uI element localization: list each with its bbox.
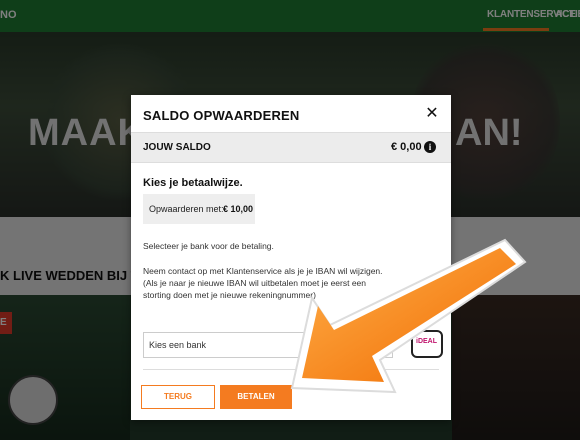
balance-label: JOUW SALDO — [143, 142, 211, 153]
ideal-logo-text: iDEAL — [416, 338, 437, 345]
pay-button[interactable]: BETALEN — [220, 385, 292, 409]
top-up-modal: SALDO OPWAARDEREN ✕ JOUW SALDO € 0,00 i … — [131, 95, 451, 420]
modal-title: SALDO OPWAARDEREN — [143, 108, 300, 123]
amount-value: € 10,00 — [223, 204, 254, 214]
balance-row: JOUW SALDO € 0,00 i — [131, 132, 451, 163]
modal-divider — [143, 369, 439, 370]
amount-label: Opwaarderen met: — [149, 204, 224, 214]
ideal-logo-icon: iDEAL — [411, 330, 443, 358]
modal-header: SALDO OPWAARDEREN ✕ — [131, 95, 451, 135]
back-button[interactable]: TERUG — [141, 385, 215, 409]
bank-select-dropdown[interactable]: Kies een bank — [143, 332, 393, 358]
bank-instruction: Selecteer je bank voor de betaling. — [143, 241, 274, 251]
iban-contact-note: Neem contact op met Klantenservice als j… — [143, 266, 383, 300]
bank-select-placeholder: Kies een bank — [149, 340, 207, 350]
amount-summary: Opwaarderen met: € 10,00 — [143, 194, 255, 224]
balance-value: € 0,00 — [391, 141, 422, 153]
payment-method-title: Kies je betaalwijze. — [143, 177, 243, 189]
info-icon[interactable]: i — [424, 141, 436, 153]
close-icon[interactable]: ✕ — [424, 106, 440, 122]
